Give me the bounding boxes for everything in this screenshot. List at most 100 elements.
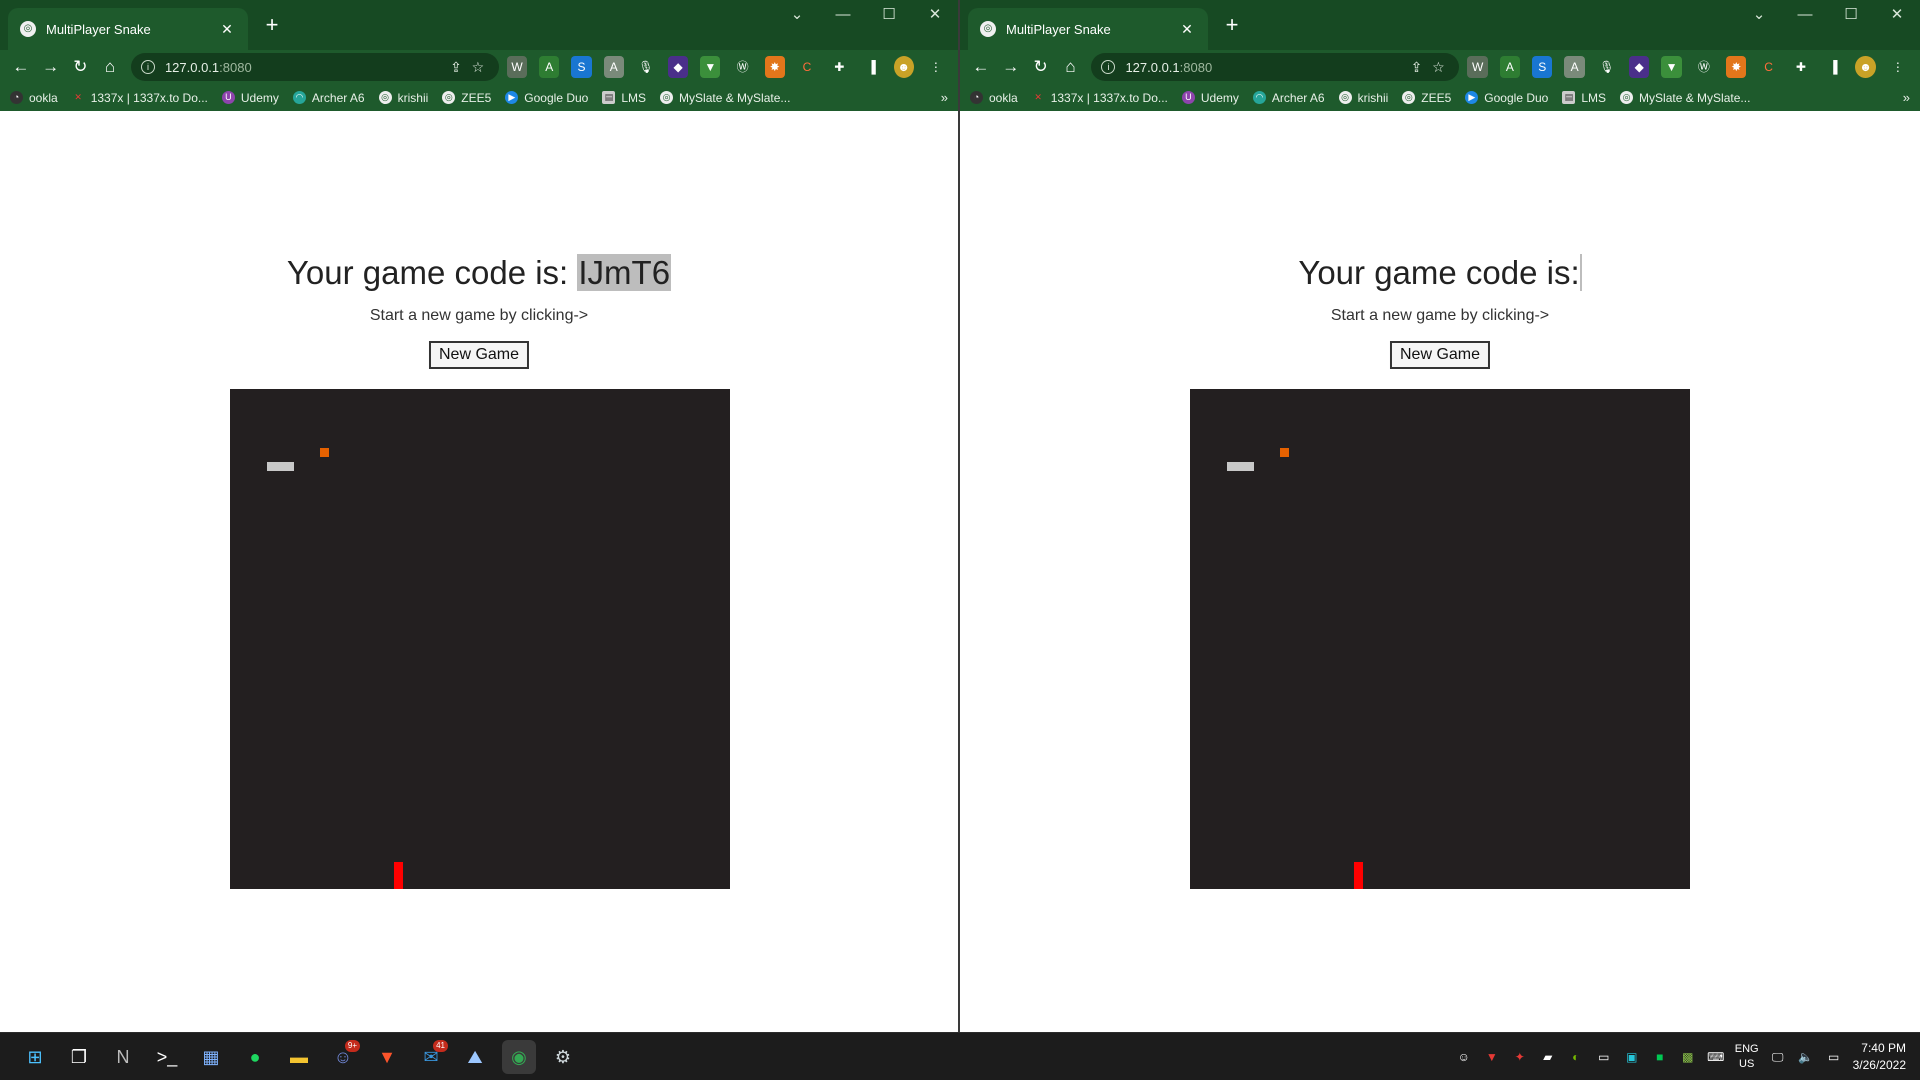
reload-icon[interactable]: ↻ (67, 53, 93, 81)
extension-icon[interactable]: Ⓦ (1694, 56, 1714, 78)
extension-icon[interactable]: ◆ (668, 56, 689, 78)
tray-app-icon[interactable]: ✦ (1511, 1048, 1529, 1066)
home-icon[interactable]: ⌂ (1058, 53, 1084, 81)
bookmark-item[interactable]: ▶ Google Duo (505, 91, 588, 105)
extension-icon[interactable]: Ⓦ (732, 56, 752, 78)
vpn-icon[interactable]: ▼ (1483, 1048, 1501, 1066)
bookmark-item[interactable]: ▤ LMS (602, 91, 646, 105)
minimize-button[interactable]: — (820, 0, 866, 32)
menu-icon[interactable]: ⋮ (926, 56, 946, 78)
discord-icon[interactable]: ☺ 9+ (326, 1039, 360, 1074)
bookmark-item[interactable]: ◔ ookla (10, 91, 58, 105)
extension-icon[interactable]: C (1758, 56, 1778, 78)
network-icon[interactable]: 🖵 (1769, 1048, 1787, 1066)
extension-icon[interactable]: A (1499, 56, 1521, 78)
extension-icon[interactable]: ◆ (1629, 56, 1650, 78)
tray-app-icon[interactable]: ■ (1651, 1048, 1669, 1066)
site-info-icon[interactable]: i (140, 60, 155, 74)
bookmark-item[interactable]: ✕ 1337x | 1337x.to Do... (72, 91, 207, 105)
notion-icon[interactable]: N (106, 1040, 140, 1074)
tray-app-icon[interactable]: ▩ (1679, 1048, 1697, 1066)
extension-icon[interactable]: W (1467, 56, 1488, 78)
keyboard-icon[interactable]: ⌨ (1707, 1048, 1725, 1066)
metamask-icon[interactable]: ✸ (1726, 56, 1747, 78)
new-game-button[interactable]: New Game (428, 341, 530, 369)
bookmark-item[interactable]: ◎ ZEE5 (1402, 91, 1451, 105)
reload-icon[interactable]: ↻ (1028, 53, 1054, 81)
bookmark-item[interactable]: ◎ MySlate & MySlate... (660, 91, 790, 105)
bookmark-item[interactable]: ◎ krishii (378, 91, 428, 105)
minimize-button[interactable]: — (1782, 0, 1828, 32)
maximize-button[interactable]: ☐ (866, 0, 912, 32)
url-text[interactable]: 127.0.0.1:8080 (165, 60, 445, 75)
tab-multiplayer-snake[interactable]: ◎ MultiPlayer Snake ✕ (8, 8, 248, 50)
bookmark-item[interactable]: ◔ ookla (970, 91, 1018, 105)
forward-icon[interactable]: → (998, 53, 1024, 81)
close-window-button[interactable]: ✕ (1874, 0, 1920, 32)
side-panel-icon[interactable]: ▐ (861, 56, 881, 78)
close-tab-icon[interactable]: ✕ (1178, 20, 1196, 38)
extension-icon[interactable]: A (1564, 56, 1585, 78)
url-text[interactable]: 127.0.0.1:8080 (1125, 60, 1405, 75)
photos-icon[interactable]: ⛰ (458, 1040, 492, 1074)
file-explorer-icon[interactable]: ▬ (282, 1040, 316, 1074)
extension-icon[interactable]: S (571, 56, 592, 78)
share-icon[interactable]: ⇪ (445, 59, 467, 76)
extension-icon[interactable]: W (506, 56, 528, 78)
menu-icon[interactable]: ⋮ (1888, 56, 1908, 78)
new-tab-button[interactable]: + (1220, 14, 1244, 38)
mail-icon[interactable]: ✉ 41 (414, 1039, 448, 1074)
bookmark-item[interactable]: ◠ Archer A6 (1252, 91, 1325, 105)
task-view-icon[interactable]: ❐ (62, 1040, 96, 1074)
bookmark-item[interactable]: ◎ ZEE5 (442, 91, 491, 105)
shield-icon[interactable]: ▼ (1661, 56, 1682, 78)
chrome-icon[interactable]: ◉ (502, 1039, 536, 1074)
close-tab-icon[interactable]: ✕ (218, 20, 236, 38)
start-icon[interactable]: ⊞ (18, 1040, 52, 1074)
terminal-icon[interactable]: >_ (150, 1040, 184, 1074)
bookmark-item[interactable]: ◎ MySlate & MySlate... (1620, 91, 1750, 105)
nvidia-icon[interactable]: ◐ (1567, 1048, 1585, 1066)
tray-app-icon[interactable]: ▣ (1623, 1048, 1641, 1066)
bookmark-star-icon[interactable]: ☆ (1427, 59, 1449, 76)
bookmark-item[interactable]: ◠ Archer A6 (292, 91, 365, 105)
bookmark-star-icon[interactable]: ☆ (467, 59, 489, 76)
new-tab-button[interactable]: + (260, 14, 284, 38)
address-bar[interactable]: i 127.0.0.1:8080 ⇪ ☆ (130, 53, 499, 81)
puzzle-icon[interactable]: ✚ (1791, 56, 1811, 78)
brave-icon[interactable]: ▼ (370, 1040, 404, 1074)
avatar[interactable]: ☻ (1855, 56, 1876, 78)
maximize-button[interactable]: ☐ (1828, 0, 1874, 32)
close-window-button[interactable]: ✕ (912, 0, 958, 32)
bookmark-item[interactable]: U Udemy (221, 91, 279, 105)
extension-icon[interactable]: A (539, 56, 560, 78)
tray-app-icon[interactable]: ▰ (1539, 1048, 1557, 1066)
tab-multiplayer-snake[interactable]: ◎ MultiPlayer Snake ✕ (968, 8, 1208, 50)
store-icon[interactable]: ▦ (194, 1040, 228, 1074)
spotify-icon[interactable]: ● (238, 1040, 272, 1074)
clock[interactable]: 7:40 PM 3/26/2022 (1853, 1040, 1906, 1074)
bookmark-item[interactable]: U Udemy (1181, 91, 1239, 105)
share-icon[interactable]: ⇪ (1405, 59, 1427, 76)
shield-icon[interactable]: ▼ (700, 56, 721, 78)
bookmark-item[interactable]: ✕ 1337x | 1337x.to Do... (1032, 91, 1167, 105)
bookmark-item[interactable]: ▶ Google Duo (1465, 91, 1548, 105)
puzzle-icon[interactable]: ✚ (829, 56, 849, 78)
metamask-icon[interactable]: ✸ (764, 56, 785, 78)
new-game-button[interactable]: New Game (1389, 341, 1491, 369)
microphone-icon[interactable]: 🎙 (1597, 56, 1617, 78)
language-indicator[interactable]: ENG US (1735, 1042, 1759, 1072)
battery-icon[interactable]: ▭ (1825, 1048, 1843, 1066)
bookmark-item[interactable]: ▤ LMS (1562, 91, 1606, 105)
home-icon[interactable]: ⌂ (97, 53, 123, 81)
more-bookmarks-icon[interactable]: » (941, 90, 948, 105)
address-bar[interactable]: i 127.0.0.1:8080 ⇪ ☆ (1091, 53, 1460, 81)
avatar[interactable]: ☻ (893, 56, 914, 78)
side-panel-icon[interactable]: ▐ (1823, 56, 1843, 78)
extension-icon[interactable]: A (603, 56, 624, 78)
back-icon[interactable]: ← (968, 53, 994, 81)
tab-search-icon[interactable]: ⌄ (774, 0, 820, 32)
back-icon[interactable]: ← (8, 53, 34, 81)
settings-icon[interactable]: ⚙ (546, 1040, 580, 1074)
extension-icon[interactable]: S (1532, 56, 1553, 78)
